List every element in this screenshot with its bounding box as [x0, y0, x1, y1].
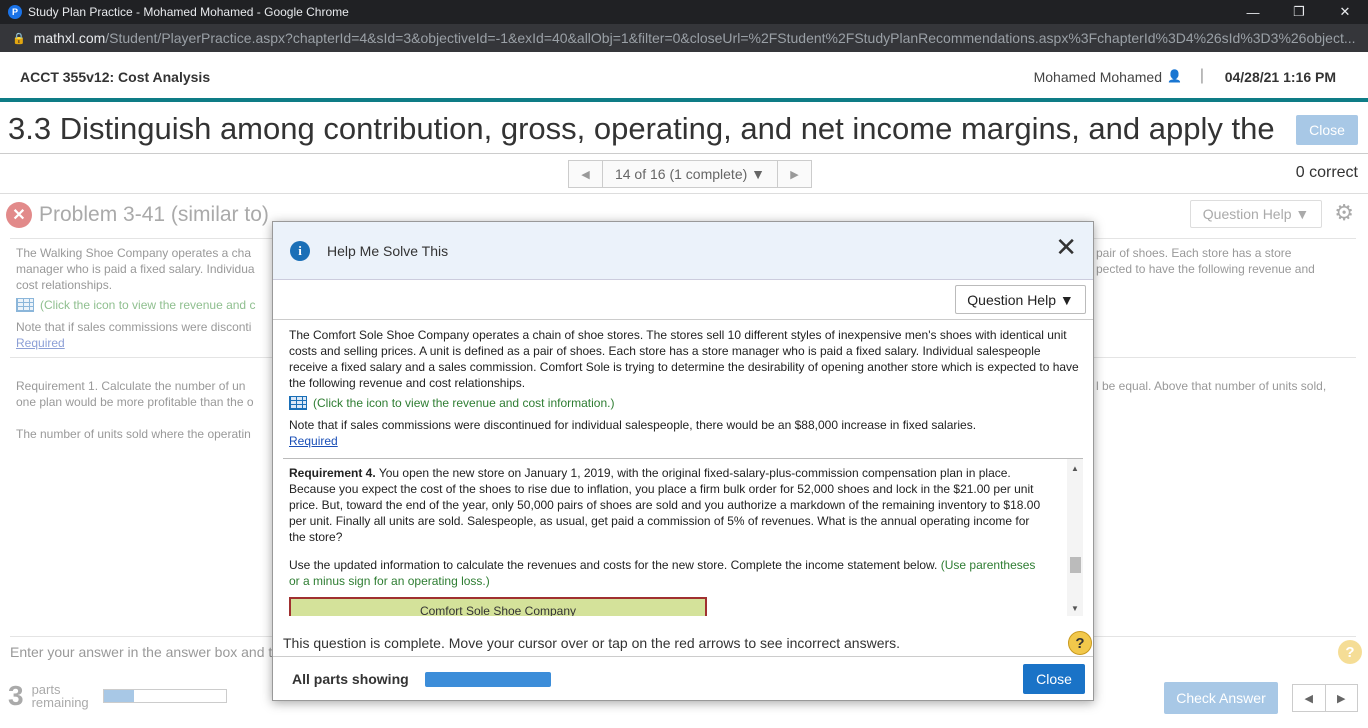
help-me-solve-dialog: i Help Me Solve This ✕ Question Help ▼ T…	[272, 221, 1094, 701]
next-question-button[interactable]: ▶	[777, 161, 811, 187]
user-name[interactable]: Mohamed Mohamed	[1034, 69, 1162, 85]
help-question-icon[interactable]: ?	[1068, 631, 1092, 655]
all-parts-label: All parts showing	[292, 671, 409, 687]
instruction-body: Use the updated information to calculate…	[289, 558, 938, 572]
bg-text-line: Requirement 1. Calculate the number of u…	[16, 379, 246, 393]
question-pager: ◀ 14 of 16 (1 complete) ▼ ▶	[568, 160, 812, 188]
completion-message: This question is complete. Move your cur…	[283, 635, 901, 651]
requirement-4-text: Requirement 4. You open the new store on…	[289, 465, 1049, 545]
question-help-button[interactable]: Question Help ▼	[955, 285, 1086, 314]
dialog-footer: All parts showing Close	[273, 656, 1093, 700]
table-icon[interactable]	[289, 396, 307, 410]
divider	[273, 319, 1093, 320]
bg-click-link[interactable]: (Click the icon to view the revenue and …	[16, 297, 255, 313]
prev-question-button[interactable]: ◀	[569, 161, 603, 187]
objective-bar: 3.3 Distinguish among contribution, gros…	[0, 106, 1368, 154]
dialog-title: Help Me Solve This	[327, 243, 449, 259]
help-question-icon-bg[interactable]: ?	[1338, 640, 1362, 664]
gear-icon[interactable]: ⚙	[1334, 200, 1354, 226]
check-answer-button[interactable]: Check Answer	[1164, 682, 1278, 714]
address-bar[interactable]: 🔒 mathxl.com /Student/PlayerPractice.asp…	[0, 24, 1368, 52]
bg-text-line: pair of shoes. Each store has a store	[1096, 246, 1292, 260]
bg-text-line: cost relationships.	[16, 278, 113, 292]
mathxl-favicon-icon: P	[8, 5, 22, 19]
bottom-nav-arrows: ◀ ▶	[1292, 684, 1358, 712]
lock-icon: 🔒	[12, 32, 26, 45]
bg-text-line: Note that if sales commissions were disc…	[16, 320, 252, 334]
scrollbar[interactable]: ▲ ▼	[1067, 459, 1083, 616]
course-title: ACCT 355v12: Cost Analysis	[20, 69, 211, 85]
table-icon[interactable]	[16, 298, 34, 312]
question-nav: ◀ 14 of 16 (1 complete) ▼ ▶ 0 correct	[0, 154, 1368, 194]
url-host: mathxl.com	[33, 30, 106, 46]
minimize-icon[interactable]: —	[1230, 0, 1276, 24]
parts-count: 3	[8, 680, 24, 711]
browser-titlebar: P Study Plan Practice - Mohamed Mohamed …	[0, 0, 1368, 24]
company-name: Comfort Sole Shoe Company	[419, 604, 577, 616]
close-button-top[interactable]: Close	[1296, 115, 1358, 145]
scrollbar-thumb[interactable]	[1070, 557, 1081, 573]
problem-note: Note that if sales commissions were disc…	[289, 418, 977, 432]
bg-text-line: manager who is paid a fixed salary. Indi…	[16, 262, 255, 276]
bg-text-line: The number of units sold where the opera…	[16, 427, 251, 441]
question-help-button-bg[interactable]: Question Help ▼	[1190, 200, 1322, 228]
parts-label-line2: remaining	[31, 695, 89, 710]
scroll-down-icon[interactable]: ▼	[1067, 601, 1083, 615]
bg-text-line: one plan would be more profitable than t…	[16, 395, 254, 409]
prev-arrow-button[interactable]: ◀	[1293, 685, 1325, 711]
requirement-4-body: You open the new store on January 1, 201…	[289, 466, 1041, 544]
info-icon: i	[290, 241, 310, 261]
parts-label: parts remaining	[32, 683, 89, 709]
requirement-4-label: Requirement 4.	[289, 466, 376, 480]
header-datetime: 04/28/21 1:16 PM	[1224, 69, 1336, 85]
window-close-icon[interactable]: ✕	[1322, 0, 1368, 24]
all-parts-progress-fill	[425, 672, 551, 687]
dialog-problem-text: The Comfort Sole Shoe Company operates a…	[289, 327, 1079, 449]
scroll-up-icon[interactable]: ▲	[1067, 461, 1083, 475]
url-path: /Student/PlayerPractice.aspx?chapterId=4…	[105, 30, 1356, 46]
instruction-text: Use the updated information to calculate…	[289, 557, 1049, 589]
parts-progress-fill	[103, 690, 135, 702]
window-title: Study Plan Practice - Mohamed Mohamed - …	[28, 5, 349, 19]
enter-answer-hint: Enter your answer in the answer box and …	[10, 644, 273, 660]
bg-text-line: pected to have the following revenue and	[1096, 262, 1315, 276]
dialog-close-icon[interactable]: ✕	[1055, 232, 1077, 263]
bg-click-text: (Click the icon to view the revenue and …	[40, 298, 256, 312]
income-statement-header: Comfort Sole Shoe Company	[289, 597, 707, 616]
score-label: 0 correct	[1295, 164, 1358, 181]
restore-icon[interactable]: ❐	[1276, 0, 1322, 24]
required-link[interactable]: Required	[289, 433, 1079, 449]
bg-required-link[interactable]: Required	[16, 335, 65, 351]
problem-title: Problem 3-41 (similar to)	[39, 203, 269, 226]
problem-intro: The Comfort Sole Shoe Company operates a…	[289, 328, 1079, 390]
user-icon: 👤	[1167, 69, 1182, 83]
question-selector[interactable]: 14 of 16 (1 complete) ▼	[603, 161, 777, 187]
next-arrow-button[interactable]: ▶	[1324, 685, 1358, 711]
parts-remaining: 3 parts remaining	[8, 680, 227, 712]
all-parts-progress-bar	[425, 672, 551, 687]
bg-text-line: l be equal. Above that number of units s…	[1096, 379, 1327, 393]
app-header: ACCT 355v12: Cost Analysis Mohamed Moham…	[0, 52, 1368, 102]
header-separator: |	[1199, 67, 1204, 84]
problem-header: ✕ Problem 3-41 (similar to)	[6, 202, 269, 228]
requirement-content: Requirement 4. You open the new store on…	[289, 465, 1049, 589]
revenue-cost-link-text: (Click the icon to view the revenue and …	[313, 396, 615, 410]
requirement-scroll-area[interactable]: Requirement 4. You open the new store on…	[283, 458, 1083, 616]
dialog-close-button[interactable]: Close	[1023, 664, 1085, 694]
bg-text-line: The Walking Shoe Company operates a cha	[16, 246, 252, 260]
parts-progress-bar	[102, 689, 227, 703]
dialog-header: i Help Me Solve This ✕	[273, 222, 1093, 280]
incorrect-x-icon: ✕	[6, 202, 32, 228]
objective-title: 3.3 Distinguish among contribution, gros…	[8, 111, 1275, 146]
revenue-cost-link[interactable]: (Click the icon to view the revenue and …	[289, 395, 1079, 411]
